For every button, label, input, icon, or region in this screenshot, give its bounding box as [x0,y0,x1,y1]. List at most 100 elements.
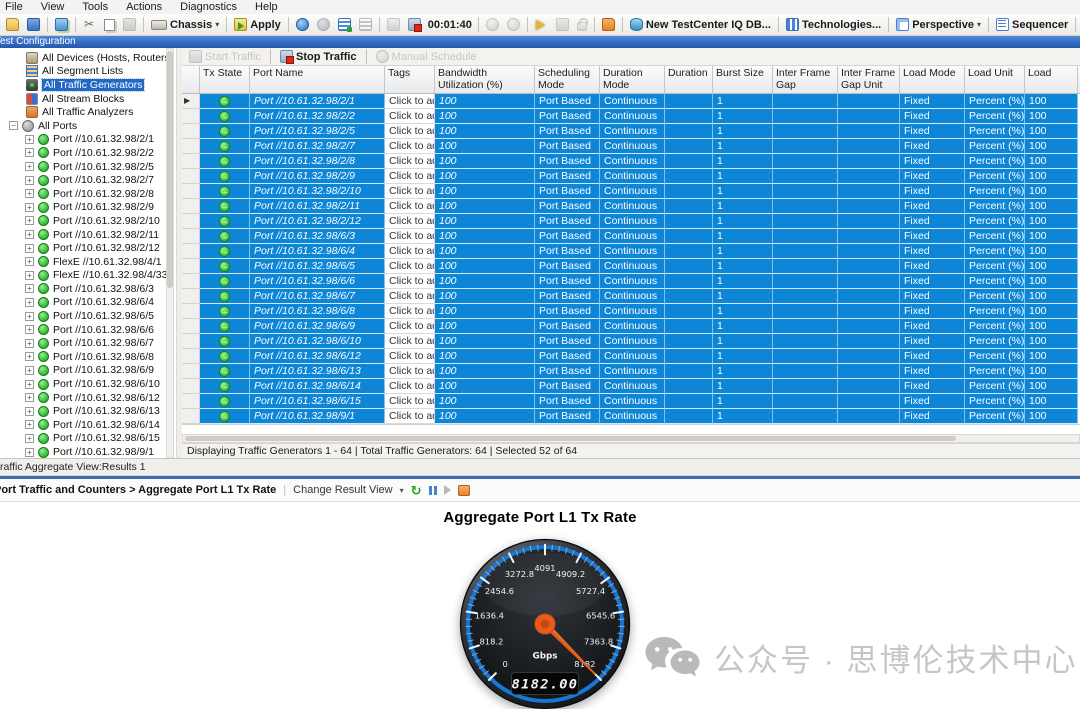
grid-cell[interactable]: Click to ad... [385,229,435,244]
grid-cell[interactable] [838,169,900,184]
grid-cell[interactable] [773,274,838,289]
grid-cell[interactable]: Continuous [600,409,665,424]
grid-cell[interactable]: Port Based [535,109,600,124]
grid-cell[interactable]: 1 [713,94,773,109]
grid-cell[interactable]: Port //10.61.32.98/6/3 [250,229,385,244]
grid-cell[interactable] [665,94,713,109]
grid-cell[interactable]: Continuous [600,109,665,124]
grid-cell[interactable]: → [200,364,250,379]
grid-cell[interactable] [665,214,713,229]
grid-cell[interactable] [773,334,838,349]
grid-cell[interactable]: Percent (%) [965,319,1025,334]
grid-cell[interactable]: Port //10.61.32.98/9/1 [250,409,385,424]
column-header-load-mode[interactable]: Load Mode [900,66,965,93]
grid-cell[interactable] [773,184,838,199]
grid-cell[interactable]: Percent (%) [965,214,1025,229]
grid-cell[interactable]: 1 [713,154,773,169]
tree-expander-icon[interactable]: + [25,162,34,171]
grid-cell[interactable]: 100 [435,379,535,394]
grid-cell[interactable]: Port //10.61.32.98/2/9 [250,169,385,184]
grid-cell[interactable]: → [200,94,250,109]
grid-cell[interactable]: Click to ad... [385,214,435,229]
grid-cell[interactable]: Percent (%) [965,394,1025,409]
grid-cell[interactable] [665,379,713,394]
grid-cell[interactable]: Click to ad... [385,334,435,349]
row-selector[interactable] [182,394,200,409]
grid-cell[interactable]: Port Based [535,394,600,409]
grid-cell[interactable]: Fixed [900,394,965,409]
grid-cell[interactable]: 100 [435,349,535,364]
sidebar-item-all-stream-blocks[interactable]: All Stream Blocks [0,92,166,106]
grid-cell[interactable]: Port //10.61.32.98/6/15 [250,394,385,409]
grid-cell[interactable] [773,289,838,304]
grid-cell[interactable] [838,349,900,364]
grid-cell[interactable]: Percent (%) [965,199,1025,214]
grid-cell[interactable]: Port Based [535,139,600,154]
grid-cell[interactable]: Port Based [535,274,600,289]
grid-cell[interactable]: Percent (%) [965,109,1025,124]
grid-cell[interactable]: 100 [1025,154,1078,169]
grid-cell[interactable]: → [200,319,250,334]
grid-cell[interactable] [665,364,713,379]
grid-cell[interactable]: 1 [713,259,773,274]
grid-cell[interactable]: Click to ad... [385,274,435,289]
column-header-port-name[interactable]: Port Name [250,66,385,93]
row-selector[interactable] [182,259,200,274]
tree-expander-icon[interactable]: + [25,176,34,185]
scrollbar-thumb[interactable] [167,51,173,288]
grid-cell[interactable]: Continuous [600,379,665,394]
table-row[interactable]: →Port //10.61.32.98/6/9Click to ad...100… [182,319,1080,334]
grid-cell[interactable]: 100 [435,154,535,169]
row-selector[interactable] [182,199,200,214]
play-icon[interactable] [444,485,451,495]
sidebar-item-port[interactable]: +Port //10.61.32.98/6/10 [0,377,166,391]
tree-expander-icon[interactable]: + [25,135,34,144]
grid-cell[interactable] [838,364,900,379]
sidebar-item-port[interactable]: +Port //10.61.32.98/2/8 [0,187,166,201]
grid-cell[interactable]: Port //10.61.32.98/2/2 [250,109,385,124]
table-row[interactable]: →Port //10.61.32.98/2/2Click to ad...100… [182,109,1080,124]
grid-cell[interactable]: Port Based [535,409,600,424]
grid-cell[interactable]: 100 [1025,244,1078,259]
column-header-duration-mode[interactable]: Duration Mode [600,66,665,93]
grid-cell[interactable]: Port Based [535,319,600,334]
grid-cell[interactable]: Continuous [600,244,665,259]
sidebar-item-port[interactable]: +Port //10.61.32.98/2/5 [0,160,166,174]
grid-cell[interactable] [665,169,713,184]
grid-cell[interactable] [773,379,838,394]
grid-cell[interactable]: 100 [435,184,535,199]
grid-cell[interactable] [773,259,838,274]
grid-cell[interactable] [773,229,838,244]
grid-cell[interactable]: Percent (%) [965,229,1025,244]
grid-cell[interactable]: → [200,109,250,124]
grid-cell[interactable] [838,229,900,244]
grid-cell[interactable]: 100 [1025,169,1078,184]
grid-cell[interactable]: → [200,394,250,409]
grid-cell[interactable]: Click to ad... [385,124,435,139]
grid-cell[interactable]: Port Based [535,154,600,169]
grid-cell[interactable]: Fixed [900,379,965,394]
grid-cell[interactable]: Click to ad... [385,394,435,409]
grid-cell[interactable]: 1 [713,334,773,349]
grid-cell[interactable] [773,244,838,259]
sidebar-item-port[interactable]: +Port //10.61.32.98/2/10 [0,214,166,228]
grid-cell[interactable]: 1 [713,364,773,379]
grid-cell[interactable] [773,139,838,154]
sidebar-item-port[interactable]: +Port //10.61.32.98/6/12 [0,391,166,405]
grid-cell[interactable]: Click to ad... [385,184,435,199]
grid-cell[interactable]: → [200,259,250,274]
grid-cell[interactable]: Port Based [535,259,600,274]
grid-cell[interactable]: Port Based [535,184,600,199]
grid-cell[interactable]: Port Based [535,124,600,139]
cut-button[interactable] [80,16,99,34]
sidebar-item-port[interactable]: +FlexE //10.61.32.98/4/1 [0,255,166,269]
grid-cell[interactable]: Click to ad... [385,169,435,184]
grid-cell[interactable]: → [200,199,250,214]
table-row[interactable]: →Port //10.61.32.98/6/14Click to ad...10… [182,379,1080,394]
column-header-duration[interactable]: Duration [665,66,713,93]
panel-splitter[interactable] [176,48,182,458]
grid-cell[interactable]: Continuous [600,229,665,244]
grid-cell[interactable]: Port //10.61.32.98/6/12 [250,349,385,364]
grid-cell[interactable]: → [200,244,250,259]
menu-view[interactable]: View [32,0,74,14]
